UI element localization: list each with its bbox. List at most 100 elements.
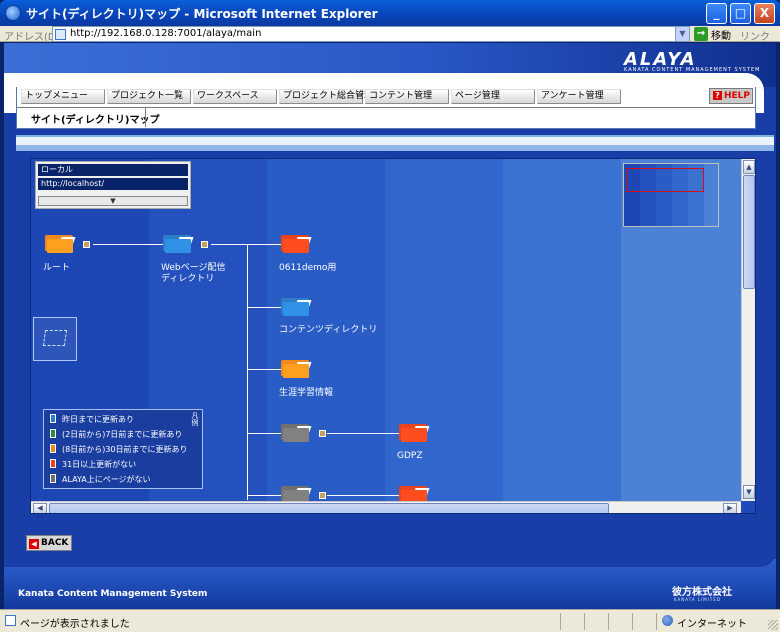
footer-brand: Kanata Content Management System: [18, 589, 208, 599]
scroll-right-icon[interactable]: ▶: [723, 503, 737, 513]
map-column: [503, 159, 621, 501]
node-label-gdpz[interactable]: GDPZ: [397, 451, 423, 462]
node-label-content-directory[interactable]: コンテンツディレクトリ: [279, 325, 377, 336]
main-navigation: トップメニュー プロジェクト一覧 ワークスペース プロジェクト総合管理 コンテン…: [16, 87, 756, 129]
tab-top-menu[interactable]: トップメニュー: [21, 89, 105, 104]
go-button[interactable]: → 移動: [694, 26, 732, 42]
links-button[interactable]: リンク: [740, 28, 770, 43]
sub-navigation: サイト(ディレクトリ)マップ: [17, 107, 755, 127]
status-divider: [632, 613, 633, 630]
tab-site-map[interactable]: サイト(ディレクトリ)マップ: [31, 111, 159, 126]
tree-connector: [247, 244, 248, 500]
tab-project-list[interactable]: プロジェクト一覧: [107, 89, 191, 104]
horizontal-scrollbar[interactable]: ◀ ▶: [31, 501, 741, 513]
tree-connector: [327, 433, 399, 434]
folder-icon[interactable]: [399, 424, 433, 442]
folder-icon[interactable]: [281, 424, 315, 442]
title-bar: サイト(ディレクトリ)マップ - Microsoft Internet Expl…: [0, 0, 780, 26]
expand-toggle[interactable]: [319, 492, 326, 499]
node-label-root[interactable]: ルート: [43, 263, 70, 274]
status-divider: [656, 613, 657, 630]
resize-grip[interactable]: [768, 620, 778, 630]
close-button[interactable]: X: [754, 3, 775, 24]
subtab-divider: [145, 108, 146, 127]
server-url: http://localhost/: [38, 178, 188, 190]
logo-subtitle: KANATA CONTENT MANAGEMENT SYSTEM: [624, 67, 761, 73]
logout-link[interactable]: LOGOUT: [660, 75, 713, 85]
legend-swatch: [50, 459, 56, 468]
address-url: http://192.168.0.128:7001/alaya/main: [70, 28, 262, 39]
company-logo: 彼方株式会社: [672, 587, 732, 598]
tab-project-admin[interactable]: プロジェクト総合管理: [279, 89, 373, 104]
page-status-icon: [5, 615, 16, 626]
node-label-web-directory[interactable]: Webページ配信 ディレクトリ: [161, 263, 225, 285]
logout-icon: [660, 75, 668, 83]
tab-content-admin[interactable]: コンテント管理: [365, 89, 449, 104]
tab-workspace[interactable]: ワークスペース: [193, 89, 277, 104]
help-button[interactable]: ? HELP: [709, 88, 753, 104]
horizontal-scroll-thumb[interactable]: [49, 503, 609, 513]
footer: Kanata Content Management System 彼方株式会社 …: [4, 551, 776, 609]
divider-stripe: [16, 135, 774, 145]
legend-swatch: [50, 474, 56, 483]
legend-item: (2日前から)7日前までに更新あり: [50, 429, 182, 440]
legend-swatch: [50, 414, 56, 423]
expand-toggle[interactable]: [319, 430, 326, 437]
page-content: ALAYA KANATA CONTENT MANAGEMENT SYSTEM L…: [4, 43, 776, 609]
server-name: ローカル: [38, 164, 188, 176]
minimap-viewport-frame[interactable]: [626, 168, 704, 192]
divider-stripe-lower: [16, 145, 774, 151]
folder-icon[interactable]: [163, 235, 197, 253]
scroll-up-icon[interactable]: ▲: [743, 160, 755, 174]
tab-page-admin[interactable]: ページ管理: [451, 89, 535, 104]
address-input[interactable]: http://192.168.0.128:7001/alaya/main ▼: [52, 26, 690, 42]
back-arrow-icon: ◀: [29, 539, 39, 549]
scroll-left-icon[interactable]: ◀: [33, 503, 47, 513]
expand-toggle[interactable]: [201, 241, 208, 248]
minimap-overlay: [624, 194, 718, 226]
folder-icon[interactable]: [281, 235, 315, 253]
ie-icon: [5, 5, 21, 21]
scroll-down-icon[interactable]: ▼: [743, 485, 755, 499]
legend-swatch: [50, 444, 56, 453]
folder-icon[interactable]: [281, 298, 315, 316]
status-divider: [608, 613, 609, 630]
legend-item: 31日以上更新がない: [50, 459, 136, 470]
address-dropdown-icon[interactable]: ▼: [675, 27, 689, 41]
server-dropdown-icon[interactable]: ▼: [38, 196, 188, 206]
back-button[interactable]: ◀ BACK: [26, 535, 72, 551]
legend-item: ALAYA上にページがない: [50, 474, 151, 485]
status-divider: [584, 613, 585, 630]
back-label: BACK: [41, 538, 69, 548]
help-icon: ?: [713, 91, 722, 100]
tree-connector: [247, 369, 281, 370]
map-navigator[interactable]: [33, 317, 77, 361]
minimize-button[interactable]: _: [706, 3, 727, 24]
internet-zone-icon: [662, 615, 673, 626]
legend-item: (8日前から)30日前までに更新あり: [50, 444, 188, 455]
node-label-0611demo[interactable]: 0611demo用: [279, 263, 336, 274]
maximize-button[interactable]: □: [730, 3, 751, 24]
go-arrow-icon: →: [694, 27, 708, 41]
tree-connector: [247, 495, 281, 496]
tree-connector: [327, 495, 399, 496]
folder-icon[interactable]: [45, 235, 79, 253]
legend: 凡例 昨日までに更新あり (2日前から)7日前までに更新あり (8日前から)30…: [43, 409, 203, 489]
logout-label: LOGOUT: [671, 75, 713, 85]
status-divider: [560, 613, 561, 630]
folder-icon[interactable]: [281, 360, 315, 378]
tree-connector: [247, 433, 281, 434]
minimap[interactable]: [623, 163, 719, 227]
server-selector[interactable]: ローカル http://localhost/ ▼: [35, 161, 191, 209]
security-zone: インターネット: [677, 619, 747, 630]
node-label-lifelong-learning[interactable]: 生涯学習情報: [279, 388, 333, 399]
vertical-scrollbar[interactable]: ▲ ▼: [741, 159, 755, 501]
tab-survey-admin[interactable]: アンケート管理: [537, 89, 621, 104]
status-bar: ページが表示されました インターネット: [0, 609, 780, 632]
alaya-logo: ALAYA: [624, 49, 736, 70]
page-icon: [55, 29, 66, 40]
legend-item: 昨日までに更新あり: [50, 414, 134, 425]
legend-title: 凡例: [191, 412, 199, 426]
expand-toggle[interactable]: [83, 241, 90, 248]
vertical-scroll-thumb[interactable]: [743, 175, 755, 289]
